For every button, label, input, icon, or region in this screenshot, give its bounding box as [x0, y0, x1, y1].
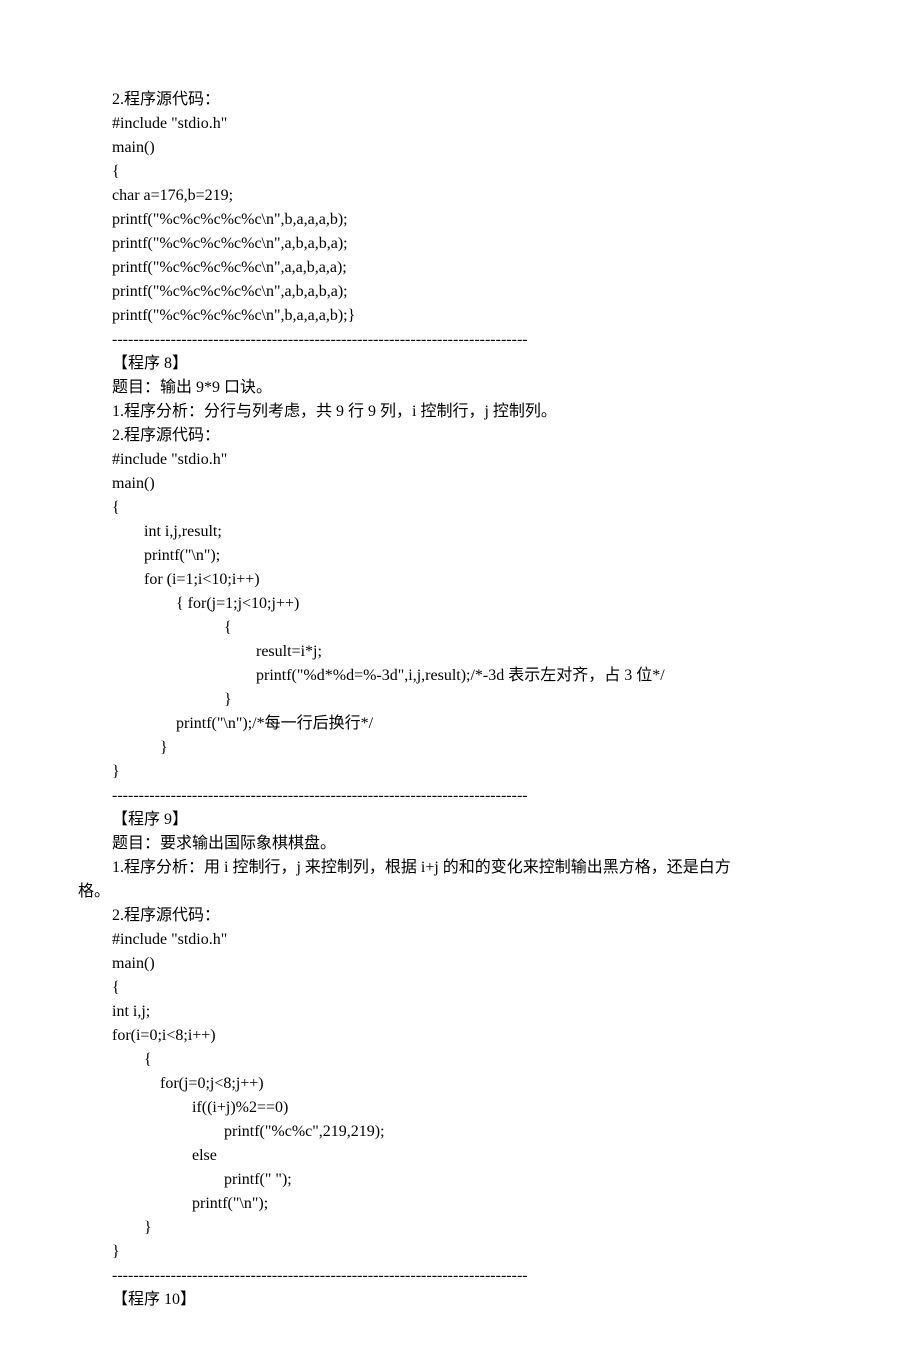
- text-line: #include "stdio.h": [112, 448, 842, 472]
- text-line: int i,j;: [112, 1000, 842, 1024]
- wrapped-line: 格。: [78, 880, 842, 904]
- section-heading: 【程序 9】: [112, 808, 842, 832]
- text-line: printf("\n");: [112, 1192, 842, 1216]
- text-line: }: [112, 736, 842, 760]
- text-line: printf("%c%c%c%c%c\n",b,a,a,a,b);: [112, 208, 842, 232]
- section-heading: 【程序 8】: [112, 352, 842, 376]
- text-line: printf("%c%c%c%c%c\n",a,b,a,b,a);: [112, 280, 842, 304]
- text-line: 1.程序分析：分行与列考虑，共 9 行 9 列，i 控制行，j 控制列。: [112, 400, 842, 424]
- text-line: 题目：输出 9*9 口诀。: [112, 376, 842, 400]
- text-line: {: [112, 976, 842, 1000]
- text-line: for(i=0;i<8;i++): [112, 1024, 842, 1048]
- content-block: 2.程序源代码： #include "stdio.h" main() { cha…: [78, 88, 842, 880]
- text-line: {: [112, 160, 842, 184]
- separator-line: ----------------------------------------…: [112, 328, 842, 352]
- text-line: {: [112, 496, 842, 520]
- text-line: }: [112, 1240, 842, 1264]
- text-line: printf("%c%c%c%c%c\n",b,a,a,a,b);}: [112, 304, 842, 328]
- text-line: else: [112, 1144, 842, 1168]
- text-line: }: [112, 1216, 842, 1240]
- text-line: }: [112, 760, 842, 784]
- text-line: main(): [112, 952, 842, 976]
- text-line: for (i=1;i<10;i++): [112, 568, 842, 592]
- text-line: {: [112, 616, 842, 640]
- separator-line: ----------------------------------------…: [112, 784, 842, 808]
- section-heading: 【程序 10】: [112, 1288, 842, 1312]
- text-line: printf("%c%c%c%c%c\n",a,b,a,b,a);: [112, 232, 842, 256]
- text-line: main(): [112, 472, 842, 496]
- text-line: for(j=0;j<8;j++): [112, 1072, 842, 1096]
- text-line: printf("\n");/*每一行后换行*/: [112, 712, 842, 736]
- text-line: result=i*j;: [112, 640, 842, 664]
- text-line: #include "stdio.h": [112, 112, 842, 136]
- text-line: printf("%d*%d=%-3d",i,j,result);/*-3d 表示…: [112, 664, 842, 688]
- text-line: printf("%c%c",219,219);: [112, 1120, 842, 1144]
- text-line: printf("\n");: [112, 544, 842, 568]
- text-line: printf(" ");: [112, 1168, 842, 1192]
- text-line: 题目：要求输出国际象棋棋盘。: [112, 832, 842, 856]
- text-line: main(): [112, 136, 842, 160]
- text-line: 2.程序源代码：: [112, 424, 842, 448]
- text-line: {: [112, 1048, 842, 1072]
- text-line: 2.程序源代码：: [112, 88, 842, 112]
- text-line: if((i+j)%2==0): [112, 1096, 842, 1120]
- text-line: #include "stdio.h": [112, 928, 842, 952]
- content-block: 2.程序源代码： #include "stdio.h" main() { int…: [78, 904, 842, 1312]
- text-line: int i,j,result;: [112, 520, 842, 544]
- text-line: char a=176,b=219;: [112, 184, 842, 208]
- text-line: 2.程序源代码：: [112, 904, 842, 928]
- separator-line: ----------------------------------------…: [112, 1264, 842, 1288]
- text-line: { for(j=1;j<10;j++): [112, 592, 842, 616]
- document-page: 2.程序源代码： #include "stdio.h" main() { cha…: [0, 0, 920, 1362]
- text-line: }: [112, 688, 842, 712]
- text-line: 1.程序分析：用 i 控制行，j 来控制列，根据 i+j 的和的变化来控制输出黑…: [112, 856, 842, 880]
- text-line: printf("%c%c%c%c%c\n",a,a,b,a,a);: [112, 256, 842, 280]
